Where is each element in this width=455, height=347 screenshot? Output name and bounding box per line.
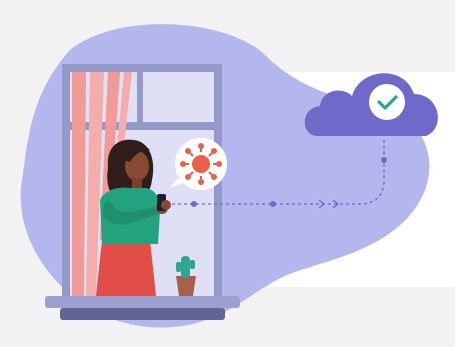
cactus-arm (176, 262, 181, 272)
hand-right (161, 200, 171, 210)
checkmark-badge (369, 84, 405, 120)
connection-dot (191, 201, 197, 207)
connection-dot (381, 157, 387, 163)
cactus-arm-2 (190, 260, 195, 269)
connection-dot (270, 201, 276, 207)
window-mullion (137, 72, 143, 122)
illustration (20, 24, 455, 328)
skirt (96, 240, 156, 296)
window-sill (45, 296, 240, 320)
sill-top (45, 296, 240, 308)
curtain (72, 72, 86, 296)
cactus-body (181, 256, 190, 278)
sill-bottom (60, 308, 225, 320)
pot (176, 276, 196, 296)
virus-icon (180, 143, 222, 185)
illustration-stage (0, 0, 455, 347)
cactus-icon (176, 256, 196, 296)
